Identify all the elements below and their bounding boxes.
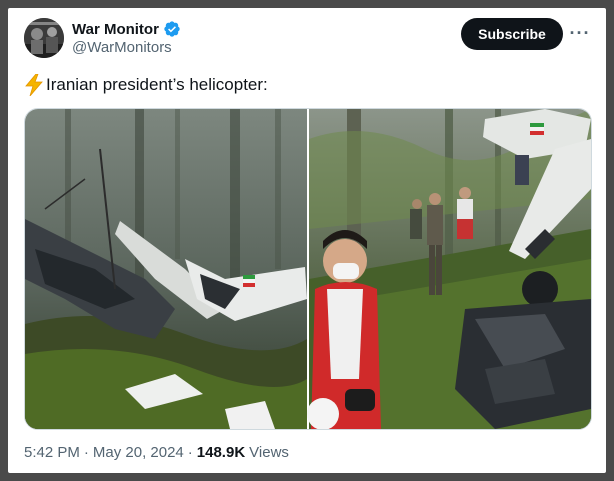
tweet-media[interactable] [24, 108, 592, 430]
views-count[interactable]: 148.9K [197, 444, 245, 461]
photo-wreckage-forest[interactable] [25, 109, 307, 429]
photo-rescue-team[interactable] [307, 109, 591, 429]
avatar-image [24, 18, 64, 58]
tweet-meta: 5:42 PM · May 20, 2024 · 148.9K Views [24, 444, 289, 461]
author-name-row[interactable]: War Monitor [72, 20, 181, 38]
author-handle[interactable]: @WarMonitors [72, 39, 172, 56]
author-display-name[interactable]: War Monitor [72, 21, 159, 38]
tweet-date[interactable]: May 20, 2024 [93, 444, 184, 461]
lightning-emoji-icon [25, 74, 43, 96]
subscribe-button[interactable]: Subscribe [461, 18, 563, 50]
tweet-card: War Monitor @WarMonitors Subscribe ··· I… [8, 8, 606, 473]
verified-badge-icon [164, 21, 180, 37]
meta-separator: · [83, 444, 89, 461]
avatar[interactable] [24, 18, 64, 58]
views-label: Views [249, 444, 289, 461]
tweet-text-row: Iranian president’s helicopter: [24, 74, 268, 96]
tweet-time[interactable]: 5:42 PM [24, 444, 80, 461]
more-options-icon[interactable]: ··· [570, 22, 590, 44]
meta-separator: · [187, 444, 193, 461]
tweet-text: Iranian president’s helicopter: [46, 75, 268, 94]
